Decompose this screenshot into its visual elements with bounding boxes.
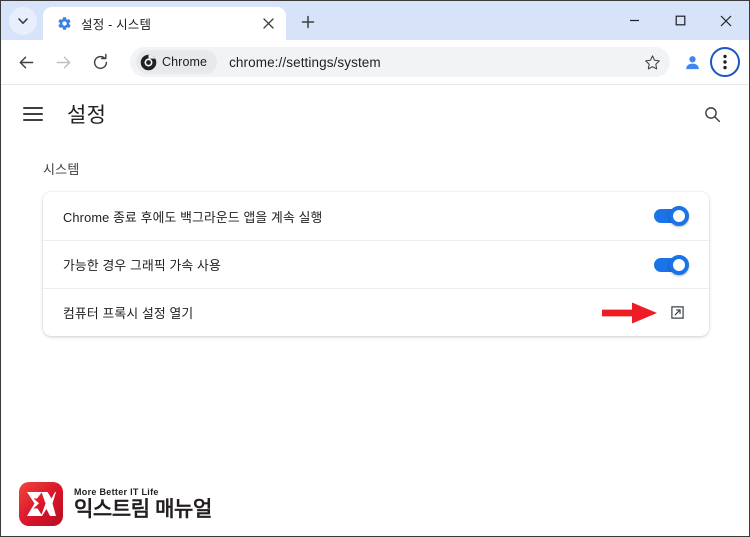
more-vertical-icon bbox=[723, 54, 727, 70]
watermark-name: 익스트림 매뉴얼 bbox=[74, 497, 212, 521]
reload-button[interactable] bbox=[84, 46, 116, 78]
watermark-logo: More Better IT Life 익스트림 매뉴얼 bbox=[19, 482, 212, 526]
watermark-text: More Better IT Life 익스트림 매뉴얼 bbox=[74, 487, 212, 522]
browser-toolbar: Chrome chrome://settings/system bbox=[1, 40, 749, 85]
maximize-button[interactable] bbox=[657, 1, 703, 40]
toggle-hardware-acceleration[interactable] bbox=[654, 254, 689, 275]
close-icon bbox=[720, 15, 732, 26]
browser-window: 설정 - 시스템 Chrome chrome://settings/system… bbox=[0, 0, 750, 537]
arrow-right-icon bbox=[56, 56, 70, 68]
close-icon[interactable] bbox=[258, 14, 278, 34]
settings-header: 설정 bbox=[1, 85, 749, 143]
chrome-logo-icon bbox=[140, 54, 157, 70]
toggle-background-apps[interactable] bbox=[654, 206, 689, 226]
search-icon[interactable] bbox=[697, 99, 727, 129]
toggle-knob bbox=[669, 254, 689, 275]
gear-icon bbox=[56, 16, 72, 32]
section-title: 시스템 bbox=[43, 162, 80, 177]
row-control bbox=[666, 302, 688, 324]
plus-icon bbox=[301, 15, 315, 29]
profile-avatar[interactable] bbox=[677, 47, 707, 77]
back-button[interactable] bbox=[10, 46, 42, 78]
settings-row-label: 가능한 경우 그래픽 가속 사용 bbox=[63, 258, 221, 273]
tab-strip: 설정 - 시스템 bbox=[1, 1, 749, 40]
tab-title: 설정 - 시스템 bbox=[81, 18, 152, 32]
close-window-button[interactable] bbox=[703, 1, 749, 40]
address-bar[interactable]: Chrome chrome://settings/system bbox=[130, 47, 670, 77]
toggle-knob bbox=[669, 206, 689, 226]
watermark-tagline: More Better IT Life bbox=[74, 486, 159, 497]
chrome-chip-label: Chrome bbox=[162, 55, 208, 69]
forward-button[interactable] bbox=[47, 46, 79, 78]
browser-tab[interactable]: 설정 - 시스템 bbox=[43, 7, 286, 40]
browser-menu-button[interactable] bbox=[710, 47, 740, 77]
minimize-button[interactable] bbox=[611, 1, 657, 40]
bookmark-star-icon[interactable] bbox=[640, 50, 664, 74]
chevron-down-icon bbox=[18, 18, 28, 24]
settings-row-label: 컴퓨터 프록시 설정 열기 bbox=[63, 306, 194, 321]
settings-card: Chrome 종료 후에도 백그라운드 앱을 계속 실행 가능한 경우 그래픽 … bbox=[43, 192, 709, 336]
extreme-manual-logo-icon bbox=[19, 482, 63, 526]
arrow-left-icon bbox=[19, 56, 33, 68]
row-control bbox=[654, 254, 689, 275]
tab-search-button[interactable] bbox=[9, 7, 37, 35]
new-tab-button[interactable] bbox=[294, 8, 322, 36]
settings-row-label: Chrome 종료 후에도 백그라운드 앱을 계속 실행 bbox=[63, 209, 323, 225]
account-avatar-icon bbox=[685, 55, 699, 69]
external-link-icon[interactable] bbox=[666, 302, 688, 324]
chrome-origin-chip: Chrome bbox=[136, 50, 218, 74]
url-text: chrome://settings/system bbox=[229, 54, 381, 70]
page-title: 설정 bbox=[67, 104, 107, 127]
reload-icon bbox=[93, 53, 107, 69]
hamburger-menu-icon[interactable] bbox=[23, 102, 47, 126]
settings-row-hardware-acceleration[interactable]: 가능한 경우 그래픽 가속 사용 bbox=[43, 240, 709, 288]
minimize-icon bbox=[629, 19, 639, 22]
settings-row-proxy-settings[interactable]: 컴퓨터 프록시 설정 열기 bbox=[43, 288, 709, 336]
settings-page: 설정 시스템 Chrome 종료 후에도 백그라운드 앱을 계속 실행 가능한 … bbox=[1, 85, 749, 536]
row-control bbox=[654, 206, 689, 226]
window-controls bbox=[611, 1, 749, 40]
maximize-icon bbox=[675, 15, 685, 26]
settings-row-background-apps[interactable]: Chrome 종료 후에도 백그라운드 앱을 계속 실행 bbox=[43, 192, 709, 240]
